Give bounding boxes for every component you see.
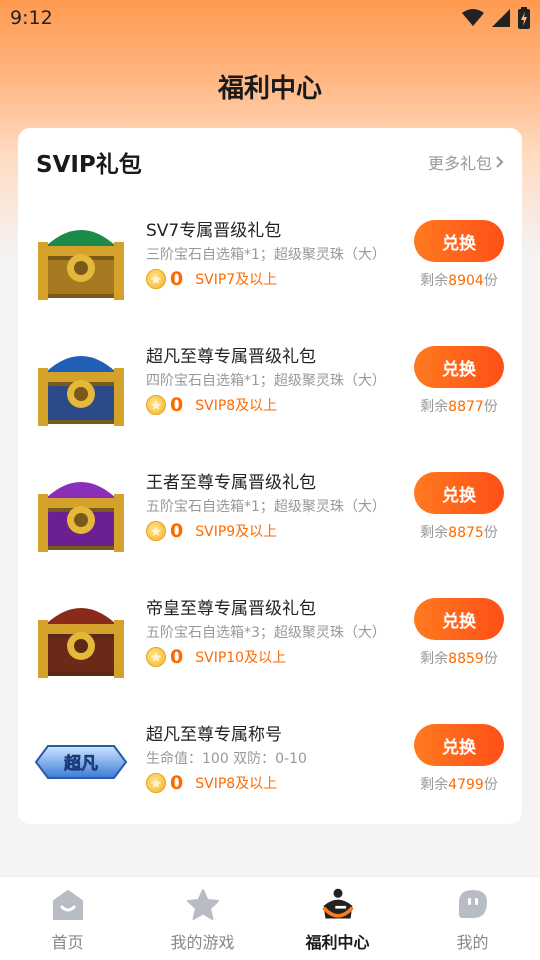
remaining-suffix: 份 bbox=[483, 399, 498, 415]
vip-requirement: SVIP7及以上 bbox=[195, 272, 278, 288]
gift-price: 0 SVIP10及以上 bbox=[146, 646, 286, 668]
treasure-chest-image bbox=[38, 356, 124, 426]
tab-welfare-center[interactable]: 福利中心 bbox=[270, 877, 405, 960]
tab-home[interactable]: 首页 bbox=[0, 877, 135, 960]
treasure-chest-image bbox=[38, 482, 124, 552]
remaining-count: 剩余8859份 bbox=[398, 648, 520, 668]
gift-name: 超凡至尊专属晋级礼包 bbox=[146, 347, 316, 367]
tab-label: 首页 bbox=[51, 933, 84, 952]
redeem-button[interactable]: 兑换 bbox=[414, 724, 504, 766]
remaining-suffix: 份 bbox=[483, 777, 498, 793]
treasure-chest-image bbox=[38, 230, 124, 300]
title-badge-image: 超凡 bbox=[34, 745, 128, 779]
remaining-number: 8875 bbox=[448, 525, 484, 541]
tab-my-games[interactable]: 我的游戏 bbox=[135, 877, 270, 960]
remaining-number: 8859 bbox=[448, 651, 484, 667]
svip-gift-card: SVIP礼包 更多礼包 SV7专属晋级礼包 三阶宝石自选箱*1；超级聚灵珠（大）… bbox=[18, 128, 522, 824]
tab-label: 福利中心 bbox=[305, 933, 370, 952]
remaining-count: 剩余8904份 bbox=[398, 270, 520, 290]
gift-description: 五阶宝石自选箱*3；超级聚灵珠（大） bbox=[146, 625, 386, 641]
status-bar: 9:12 bbox=[0, 0, 540, 36]
gift-name: 帝皇至尊专属晋级礼包 bbox=[146, 599, 316, 619]
remaining-number: 4799 bbox=[448, 777, 484, 793]
coin-icon bbox=[146, 395, 166, 415]
gift-name: 超凡至尊专属称号 bbox=[146, 725, 282, 745]
vip-requirement: SVIP10及以上 bbox=[195, 650, 287, 666]
vip-requirement: SVIP8及以上 bbox=[195, 398, 278, 414]
remaining-number: 8904 bbox=[448, 273, 484, 289]
gift-item: 超凡 超凡至尊专属称号 生命值：100 双防：0-10 0 SVIP8及以上 兑… bbox=[18, 716, 522, 842]
chevron-right-icon bbox=[496, 156, 504, 168]
card-header: SVIP礼包 更多礼包 bbox=[36, 144, 504, 180]
signal-icon bbox=[492, 9, 510, 27]
redeem-button[interactable]: 兑换 bbox=[414, 472, 504, 514]
tab-profile[interactable]: 我的 bbox=[405, 877, 540, 960]
remaining-count: 剩余8877份 bbox=[398, 396, 520, 416]
home-icon bbox=[50, 887, 86, 923]
tab-label: 我的游戏 bbox=[170, 933, 235, 952]
bottom-tab-bar: 首页 我的游戏 福利中心 我的 bbox=[0, 876, 540, 960]
gift-item: SV7专属晋级礼包 三阶宝石自选箱*1；超级聚灵珠（大） 0 SVIP7及以上 … bbox=[18, 212, 522, 338]
welfare-icon bbox=[320, 887, 356, 923]
profile-icon bbox=[455, 887, 491, 923]
status-time: 9:12 bbox=[10, 7, 53, 29]
gift-description: 五阶宝石自选箱*1；超级聚灵珠（大） bbox=[146, 499, 386, 515]
gift-item: 超凡至尊专属晋级礼包 四阶宝石自选箱*1；超级聚灵珠（大） 0 SVIP8及以上… bbox=[18, 338, 522, 464]
coin-icon bbox=[146, 269, 166, 289]
coin-icon bbox=[146, 521, 166, 541]
remaining-prefix: 剩余 bbox=[420, 399, 449, 415]
gift-price: 0 SVIP9及以上 bbox=[146, 520, 277, 542]
remaining-prefix: 剩余 bbox=[420, 651, 449, 667]
redeem-button[interactable]: 兑换 bbox=[414, 346, 504, 388]
price-value: 0 bbox=[170, 520, 184, 542]
section-title: SVIP礼包 bbox=[36, 152, 142, 178]
remaining-suffix: 份 bbox=[483, 651, 498, 667]
gift-description: 三阶宝石自选箱*1；超级聚灵珠（大） bbox=[146, 247, 386, 263]
price-value: 0 bbox=[170, 646, 184, 668]
badge-text: 超凡 bbox=[64, 753, 98, 774]
price-value: 0 bbox=[170, 772, 184, 794]
status-icons bbox=[462, 7, 530, 29]
treasure-chest-image bbox=[38, 608, 124, 678]
gift-description: 四阶宝石自选箱*1；超级聚灵珠（大） bbox=[146, 373, 386, 389]
price-value: 0 bbox=[170, 268, 184, 290]
gift-name: SV7专属晋级礼包 bbox=[146, 221, 282, 241]
remaining-count: 剩余8875份 bbox=[398, 522, 520, 542]
more-gifts-link[interactable]: 更多礼包 bbox=[428, 150, 504, 174]
gift-price: 0 SVIP8及以上 bbox=[146, 772, 277, 794]
redeem-button[interactable]: 兑换 bbox=[414, 220, 504, 262]
remaining-prefix: 剩余 bbox=[420, 777, 449, 793]
tab-label: 我的 bbox=[456, 933, 489, 952]
remaining-prefix: 剩余 bbox=[420, 273, 449, 289]
price-value: 0 bbox=[170, 394, 184, 416]
remaining-suffix: 份 bbox=[483, 273, 498, 289]
battery-icon bbox=[518, 7, 530, 29]
vip-requirement: SVIP9及以上 bbox=[195, 524, 278, 540]
gift-price: 0 SVIP7及以上 bbox=[146, 268, 277, 290]
more-gifts-label: 更多礼包 bbox=[427, 154, 492, 173]
coin-icon bbox=[146, 773, 166, 793]
remaining-suffix: 份 bbox=[483, 525, 498, 541]
wifi-icon bbox=[462, 9, 484, 26]
gift-description: 生命值：100 双防：0-10 bbox=[146, 751, 307, 767]
remaining-prefix: 剩余 bbox=[420, 525, 449, 541]
remaining-number: 8877 bbox=[448, 399, 484, 415]
redeem-button[interactable]: 兑换 bbox=[414, 598, 504, 640]
gift-item: 王者至尊专属晋级礼包 五阶宝石自选箱*1；超级聚灵珠（大） 0 SVIP9及以上… bbox=[18, 464, 522, 590]
gift-price: 0 SVIP8及以上 bbox=[146, 394, 277, 416]
gift-item: 帝皇至尊专属晋级礼包 五阶宝石自选箱*3；超级聚灵珠（大） 0 SVIP10及以… bbox=[18, 590, 522, 716]
remaining-count: 剩余4799份 bbox=[398, 774, 520, 794]
coin-icon bbox=[146, 647, 166, 667]
vip-requirement: SVIP8及以上 bbox=[195, 776, 278, 792]
gift-name: 王者至尊专属晋级礼包 bbox=[146, 473, 316, 493]
page-title: 福利中心 bbox=[217, 74, 322, 104]
star-icon bbox=[185, 887, 221, 923]
